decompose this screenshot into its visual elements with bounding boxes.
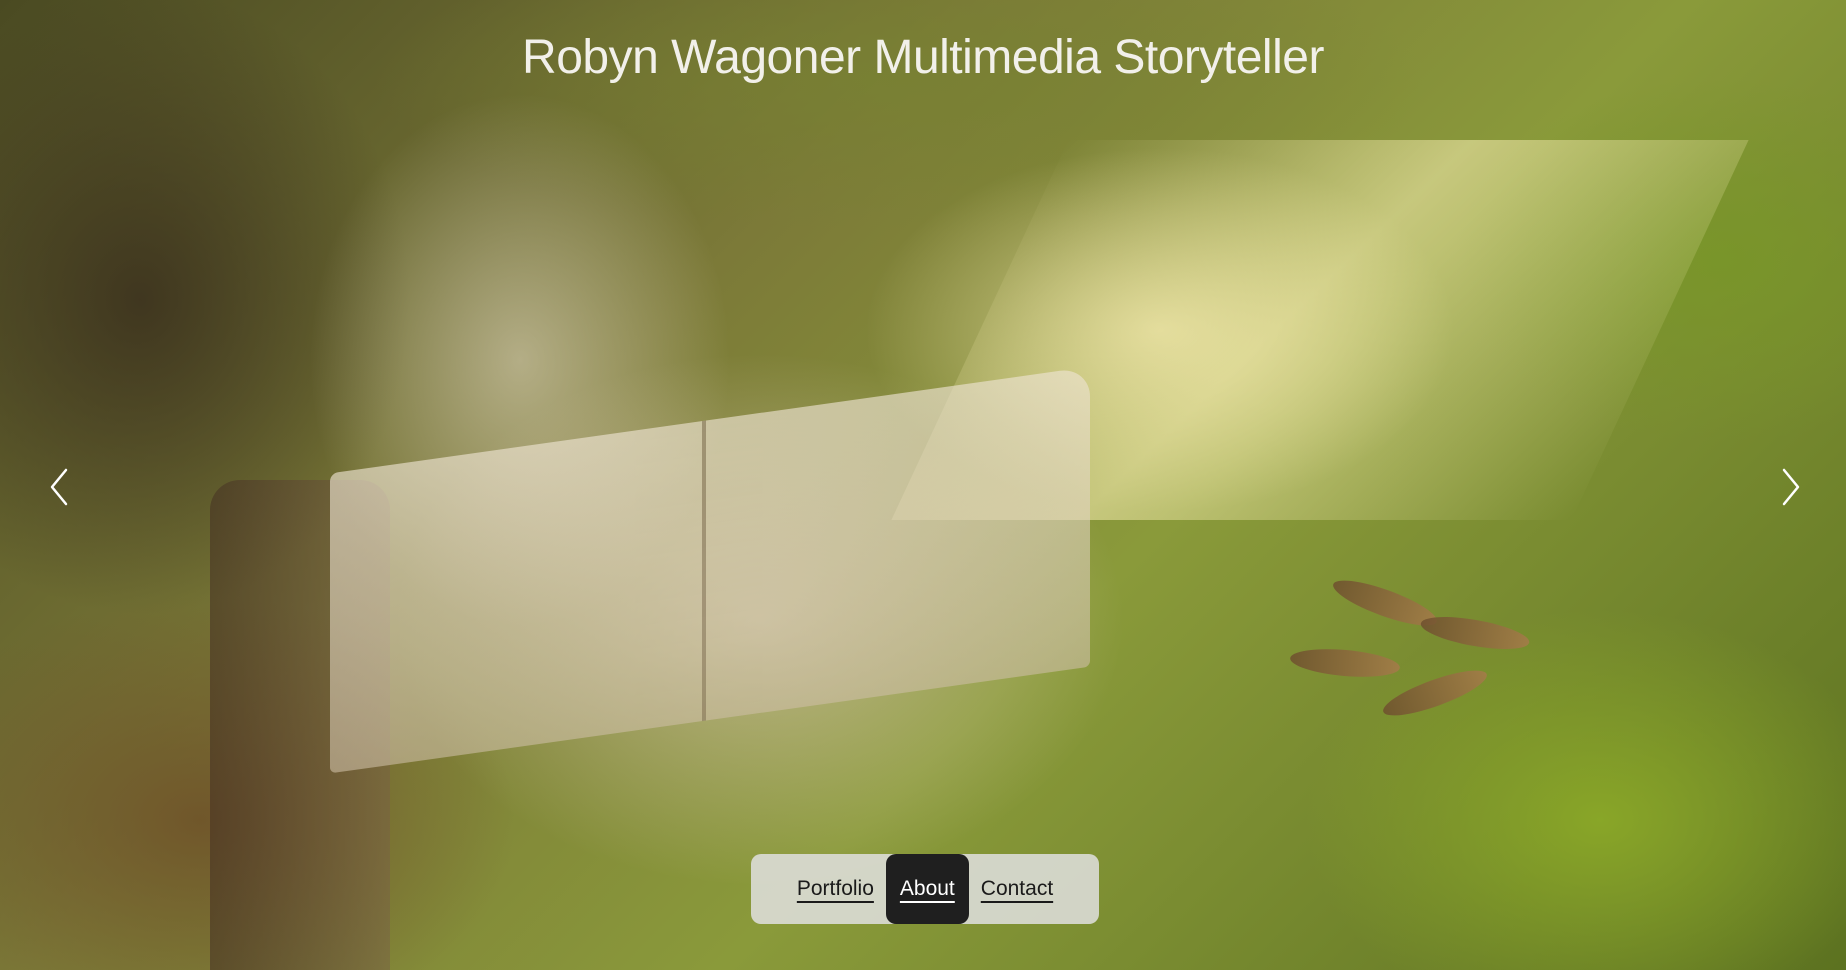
- main-nav: Portfolio About Contact: [751, 854, 1099, 924]
- nav-item-portfolio[interactable]: Portfolio: [785, 854, 886, 924]
- pine-cone: [1289, 645, 1401, 681]
- hero-image-open-book: [330, 366, 1090, 774]
- pine-cone: [1418, 610, 1532, 656]
- site-title[interactable]: Robyn Wagoner Multimedia Storyteller: [0, 30, 1846, 85]
- slideshow-prev-button[interactable]: [40, 462, 80, 512]
- slideshow-next-button[interactable]: [1770, 462, 1810, 512]
- hero-image-pine-cones: [1270, 500, 1570, 740]
- chevron-right-icon: [1782, 468, 1800, 506]
- hero-slideshow: Robyn Wagoner Multimedia Storyteller Por…: [0, 0, 1846, 970]
- chevron-left-icon: [50, 468, 68, 506]
- nav-item-about[interactable]: About: [885, 854, 969, 924]
- nav-item-contact[interactable]: Contact: [969, 854, 1065, 924]
